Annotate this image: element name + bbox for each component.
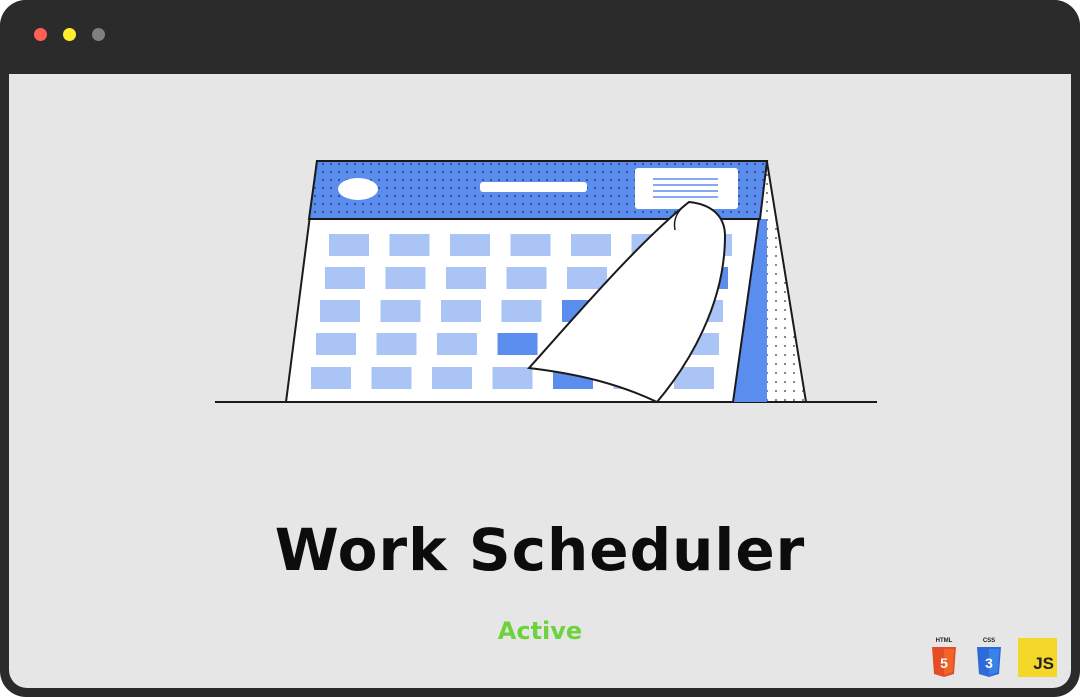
css3-icon: CSS 3 (974, 638, 1004, 678)
svg-text:5: 5 (940, 655, 948, 671)
calendar-day-cell (389, 234, 430, 256)
calendar-day-cell (437, 333, 477, 355)
project-title: Work Scheduler (274, 516, 806, 584)
minimize-window-button[interactable] (63, 28, 76, 41)
tech-badges: HTML 5 CSS 3 JS (929, 638, 1057, 678)
html5-icon: HTML 5 (929, 638, 959, 678)
calendar-day-cell (446, 267, 486, 289)
calendar-day-cell (380, 300, 421, 322)
calendar-day-cell (492, 367, 533, 389)
svg-text:3: 3 (985, 655, 993, 671)
calendar-day-cell (432, 367, 472, 389)
app-window: Work Scheduler Active HTML 5 CSS 3 JS (0, 0, 1080, 697)
calendar-day-cell (571, 234, 611, 256)
calendar-day-cell (497, 333, 538, 355)
calendar-day-cell (385, 267, 426, 289)
project-card[interactable]: Work Scheduler Active HTML 5 CSS 3 JS (9, 74, 1071, 688)
calendar-day-cell (320, 300, 360, 322)
calendar-day-cell (329, 234, 369, 256)
calendar-day-cell (376, 333, 417, 355)
close-window-button[interactable] (34, 28, 47, 41)
calendar-page-flip-icon (215, 160, 877, 404)
project-status-label: Active (497, 617, 583, 645)
window-titlebar (0, 0, 1080, 74)
calendar-day-cell (325, 267, 365, 289)
calendar-day-cell (371, 367, 412, 389)
maximize-window-button[interactable] (92, 28, 105, 41)
calendar-day-cell (311, 367, 351, 389)
javascript-icon: JS (1018, 638, 1057, 677)
calendar-day-cell (441, 300, 481, 322)
calendar-day-cell (567, 267, 607, 289)
calendar-day-cell (506, 267, 547, 289)
calendar-day-cell (450, 234, 490, 256)
calendar-day-cell (501, 300, 542, 322)
calendar-day-cell (510, 234, 551, 256)
calendar-day-cell (316, 333, 356, 355)
